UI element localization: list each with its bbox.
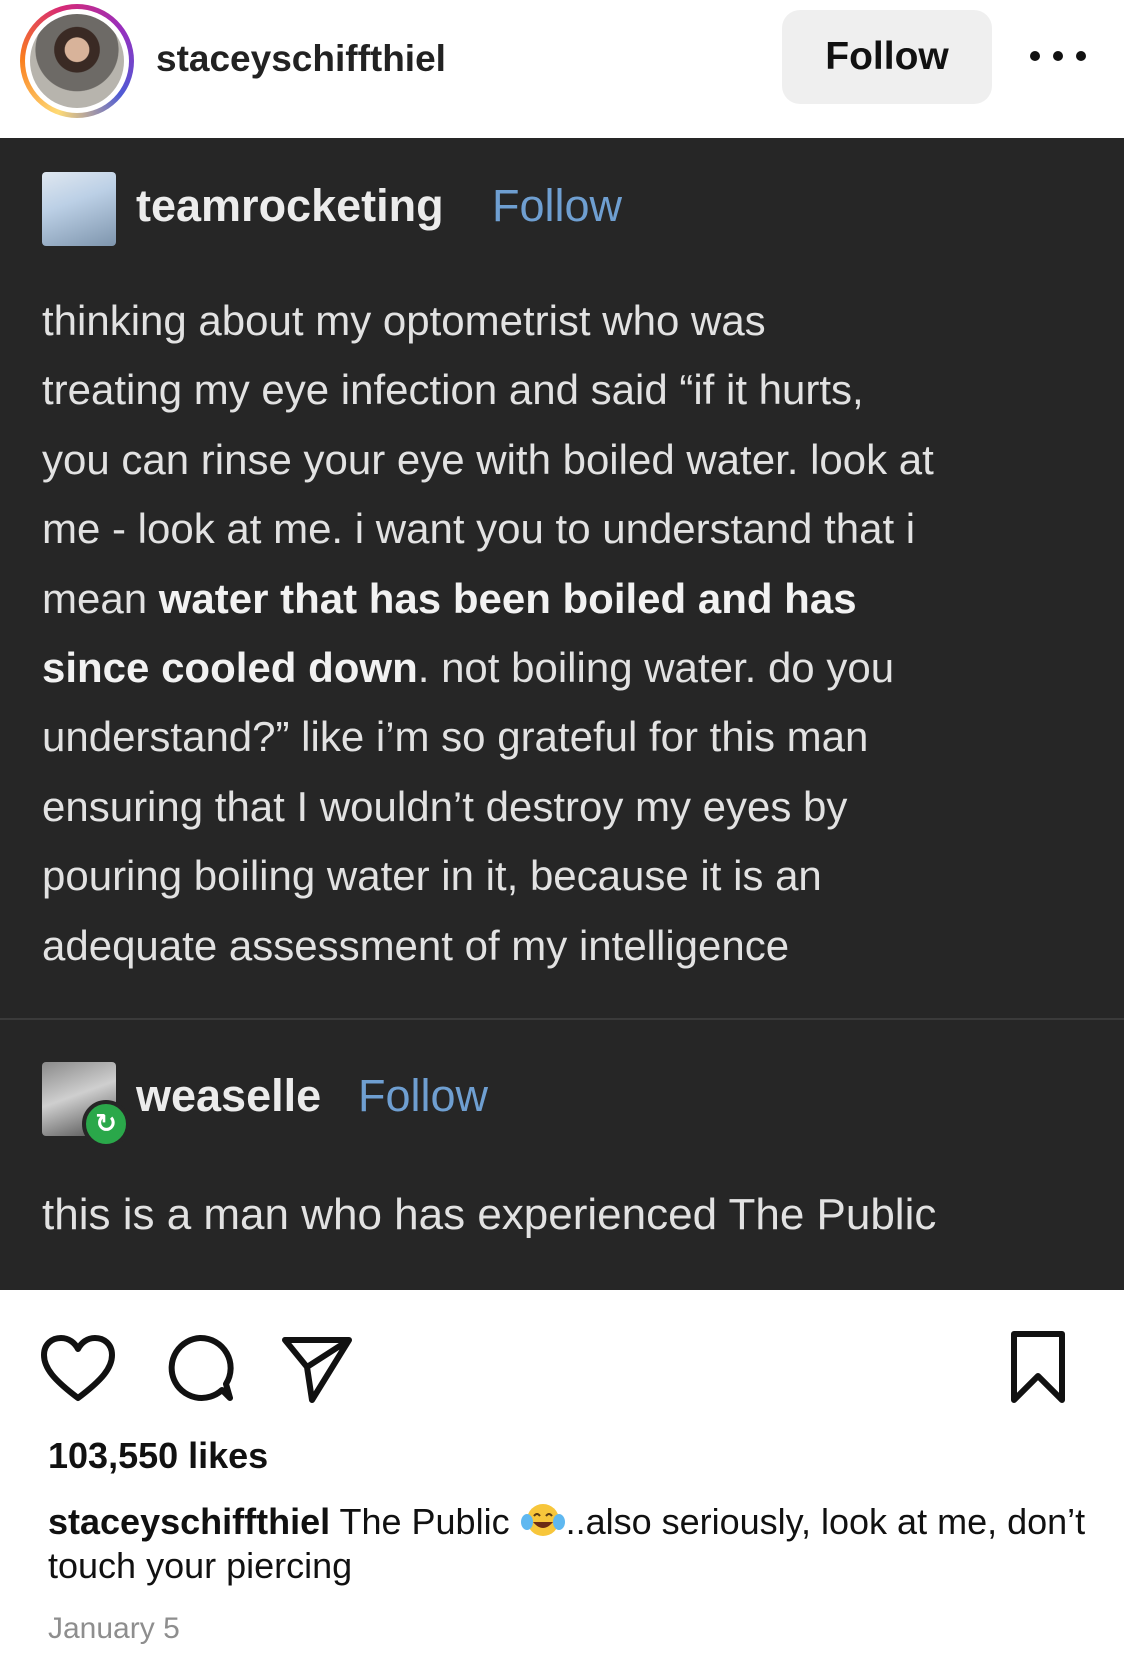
reblog-divider: [0, 1018, 1124, 1020]
bookmark-icon[interactable]: [1008, 1330, 1068, 1406]
original-post-text: thinking about my optometrist who was tr…: [42, 286, 1092, 980]
post-header: staceyschiffthiel Follow: [0, 0, 1124, 138]
follow-button[interactable]: Follow: [782, 10, 992, 104]
post-text-part-3: . not boiling water. do you understand?”…: [42, 644, 895, 969]
caption-username[interactable]: staceyschiffthiel: [48, 1501, 330, 1542]
more-dot: [1030, 51, 1040, 61]
post-date: January 5: [48, 1612, 180, 1645]
story-ring[interactable]: [20, 4, 134, 118]
more-horizontal-icon[interactable]: [1030, 36, 1086, 76]
post-image[interactable]: teamrocketing Follow thinking about my o…: [0, 138, 1124, 1290]
more-dot: [1076, 51, 1086, 61]
face-with-tears-of-joy-icon: [520, 1504, 565, 1536]
original-follow-link: Follow: [492, 180, 623, 231]
reply-blog-name: weaselle: [136, 1070, 322, 1121]
caption: staceyschiffthiel The Public ..also seri…: [48, 1500, 1088, 1588]
reply-text: this is a man who has experienced The Pu…: [42, 1190, 937, 1239]
avatar[interactable]: [30, 14, 124, 108]
heart-icon[interactable]: [40, 1334, 116, 1404]
share-icon[interactable]: [280, 1334, 354, 1404]
reply-follow-link: Follow: [358, 1070, 489, 1121]
comment-icon[interactable]: [164, 1332, 236, 1404]
more-dot: [1053, 51, 1063, 61]
caption-text-start: The Public: [330, 1501, 520, 1542]
like-count[interactable]: 103,550 likes: [48, 1435, 268, 1477]
username[interactable]: staceyschiffthiel: [156, 38, 446, 80]
original-blog-avatar: [42, 172, 116, 246]
reblog-icon: ↻: [82, 1100, 130, 1148]
post-text-part-1: thinking about my optometrist who was tr…: [42, 297, 934, 622]
original-blog-name: teamrocketing: [136, 180, 444, 231]
